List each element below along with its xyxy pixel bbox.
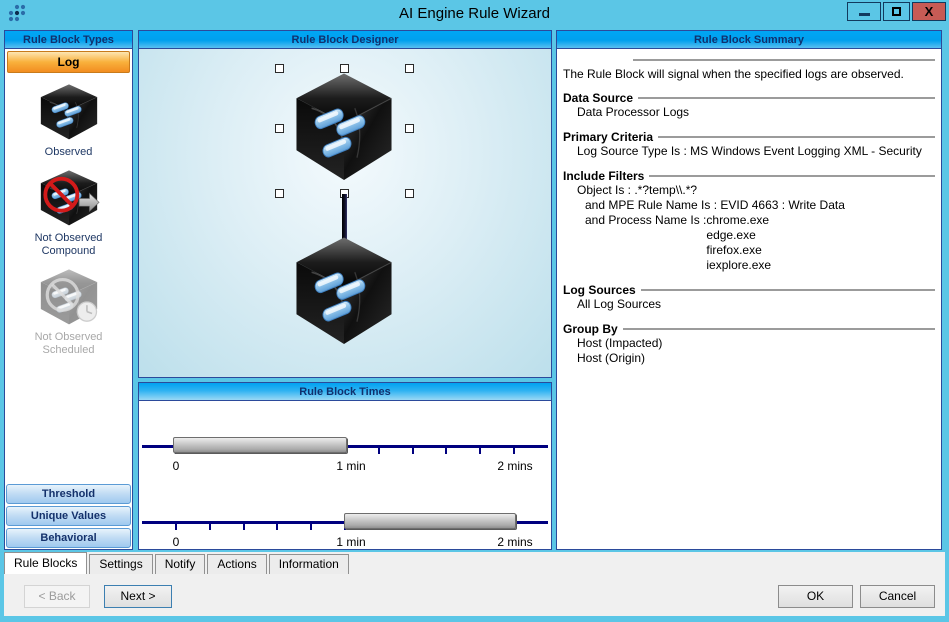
section-value: Host (Origin): [563, 351, 935, 366]
section-title: Group By: [563, 322, 618, 336]
minimize-icon: [859, 13, 870, 16]
ok-button[interactable]: OK: [778, 585, 853, 608]
rule-block-designer-panel: Rule Block Designer: [138, 30, 552, 378]
selection-handle[interactable]: [275, 189, 284, 198]
close-button[interactable]: X: [912, 2, 946, 21]
tick: [513, 447, 515, 454]
tab-rule-blocks[interactable]: Rule Blocks: [4, 552, 87, 574]
threshold-category-button[interactable]: Threshold: [6, 484, 131, 504]
behavioral-category-button[interactable]: Behavioral: [6, 528, 131, 548]
tick: [243, 523, 245, 530]
observed-cube-icon: [37, 83, 101, 142]
filter-process-label: and Process Name Is :: [585, 213, 706, 273]
cancel-button[interactable]: Cancel: [860, 585, 935, 608]
summary-section-group-by: Group By Host (Impacted) Host (Origin): [563, 322, 935, 366]
section-value: Data Processor Logs: [563, 105, 935, 120]
summary-section-data-source: Data Source Data Processor Logs: [563, 91, 935, 120]
rule-block-summary-panel: Rule Block Summary The Rule Block will s…: [556, 30, 942, 550]
section-title: Log Sources: [563, 283, 636, 297]
section-title: Primary Criteria: [563, 130, 653, 144]
not-observed-compound-icon: [37, 169, 101, 228]
tick-label: 2 mins: [497, 535, 532, 549]
titlebar: AI Engine Rule Wizard X: [0, 0, 949, 28]
rule-type-not-observed-compound[interactable]: Not Observed Compound: [5, 169, 132, 258]
summary-section-include-filters: Include Filters Object Is : .*?temp\\.*?…: [563, 169, 935, 273]
rule-block-2-cube[interactable]: [290, 235, 398, 349]
tick: [276, 523, 278, 530]
process-value: chrome.exe: [706, 213, 771, 228]
summary-section-log-sources: Log Sources All Log Sources: [563, 283, 935, 312]
tab-notify[interactable]: Notify: [155, 554, 206, 574]
wizard-tabs: Rule Blocks Settings Notify Actions Info…: [4, 552, 351, 574]
selection-handle[interactable]: [405, 189, 414, 198]
rule-block-types-panel: Rule Block Types Log Observed Not Observ…: [4, 30, 133, 550]
process-value: iexplore.exe: [706, 258, 771, 273]
rule-type-label: Scheduled: [5, 344, 132, 357]
tick-label: 2 mins: [497, 459, 532, 473]
back-button[interactable]: < Back: [24, 585, 90, 608]
bottom-strip: Rule Blocks Settings Notify Actions Info…: [4, 552, 945, 616]
time-range-bar-1[interactable]: [173, 437, 347, 453]
tick-label: 1 min: [336, 459, 365, 473]
tick-label: 0: [173, 459, 180, 473]
tick: [378, 447, 380, 454]
selection-handle[interactable]: [275, 124, 284, 133]
tab-settings[interactable]: Settings: [89, 554, 152, 574]
selection-handle[interactable]: [405, 124, 414, 133]
process-value: firefox.exe: [706, 243, 771, 258]
process-value: edge.exe: [706, 228, 771, 243]
tick: [209, 523, 211, 530]
section-value: Host (Impacted): [563, 336, 935, 351]
designer-canvas[interactable]: [139, 49, 551, 377]
rule-category-stack: Threshold Unique Values Behavioral: [6, 482, 131, 548]
filter-object: Object Is : .*?temp\\.*?: [563, 183, 935, 198]
tick: [310, 523, 312, 530]
filter-process: and Process Name Is : chrome.exe edge.ex…: [563, 213, 935, 273]
section-value: Log Source Type Is : MS Windows Event Lo…: [563, 144, 935, 159]
log-category-button[interactable]: Log: [7, 51, 130, 73]
rule-block-1-cube[interactable]: [290, 71, 398, 185]
rule-block-times-header: Rule Block Times: [139, 383, 551, 401]
rule-type-label: Compound: [5, 245, 132, 258]
summary-intro: The Rule Block will signal when the spec…: [563, 67, 935, 81]
selection-handle[interactable]: [275, 64, 284, 73]
rule-type-label: Not Observed: [5, 331, 132, 344]
tick: [479, 447, 481, 454]
time-range-bar-2[interactable]: [344, 513, 516, 529]
section-value: All Log Sources: [563, 297, 935, 312]
rule-block-summary-header: Rule Block Summary: [557, 31, 941, 49]
rule-block-designer-header: Rule Block Designer: [139, 31, 551, 49]
filter-mpe: and MPE Rule Name Is : EVID 4663 : Write…: [563, 198, 935, 213]
section-title: Data Source: [563, 91, 633, 105]
minimize-button[interactable]: [847, 2, 881, 21]
window-title: AI Engine Rule Wizard: [0, 5, 949, 22]
summary-section-primary-criteria: Primary Criteria Log Source Type Is : MS…: [563, 130, 935, 159]
rule-block-types-header: Rule Block Types: [5, 31, 132, 49]
tab-actions[interactable]: Actions: [207, 554, 266, 574]
rule-type-label: Not Observed: [5, 232, 132, 245]
unique-values-category-button[interactable]: Unique Values: [6, 506, 131, 526]
rule-type-observed[interactable]: Observed: [5, 83, 132, 159]
tick: [412, 447, 414, 454]
rule-block-times-panel: Rule Block Times 0 1 min 2 mins 0: [138, 382, 552, 550]
maximize-icon: [892, 7, 901, 16]
next-button[interactable]: Next >: [104, 585, 172, 608]
tick: [445, 447, 447, 454]
maximize-button[interactable]: [883, 2, 910, 21]
rule-type-not-observed-scheduled[interactable]: Not Observed Scheduled: [5, 268, 132, 357]
section-title: Include Filters: [563, 169, 644, 183]
not-observed-scheduled-icon: [37, 268, 101, 327]
tick-label: 0: [173, 535, 180, 549]
tick: [175, 523, 177, 530]
selection-handle[interactable]: [405, 64, 414, 73]
summary-divider: [633, 59, 935, 61]
tick-label: 1 min: [336, 535, 365, 549]
rule-type-label: Observed: [5, 146, 132, 159]
tab-information[interactable]: Information: [269, 554, 349, 574]
block-connector-line: [342, 194, 347, 240]
